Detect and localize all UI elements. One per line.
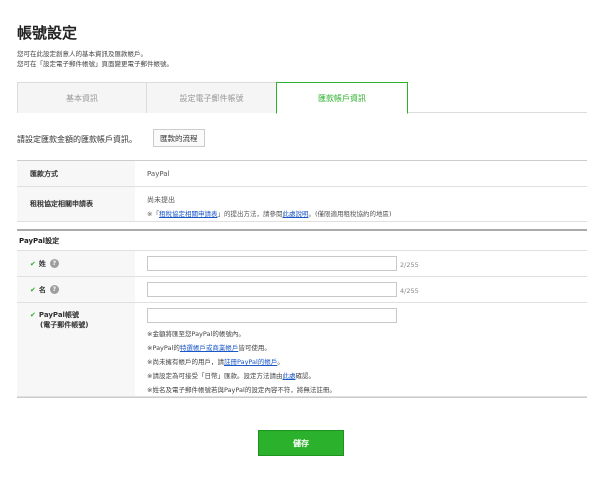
tab-bar: 基本資訊 設定電子郵件帳號 匯款帳戶資訊 xyxy=(17,82,587,114)
intro-text: 請設定匯款金額的匯款帳戶資訊。 xyxy=(17,135,137,144)
table-row-tax: 租稅協定相關申請表 尚未提出 ※「租稅協定相關申請表」的提出方法，請參閱此處說明… xyxy=(17,187,587,222)
jpy-setting-link[interactable]: 此處 xyxy=(282,372,295,380)
first-name-char-count: 4/255 xyxy=(400,287,419,295)
form-row-paypal-account: ✔ PayPal帳號 (電子郵件帳號) ※金額將匯至您PayPal的帳號內。 ※P… xyxy=(17,303,587,397)
table-row-method: 匯款方式 PayPal xyxy=(17,161,587,187)
note-text: 。 xyxy=(277,358,284,366)
check-icon: ✔ xyxy=(30,259,36,268)
tax-form-note: ※「租稅協定相關申請表」的提出方法，請參閱此處說明。(僅限適用租稅協約的地區) xyxy=(147,208,392,218)
last-name-input[interactable] xyxy=(147,256,397,271)
paypal-note-1: ※金額將匯至您PayPal的帳號內。 xyxy=(147,330,245,338)
form-row-first-name: ✔ 名 ? 4/255 xyxy=(17,277,587,303)
page-description-2: 您可在「設定電子郵件帳號」頁面變更電子郵件帳號。 xyxy=(17,60,173,68)
check-icon: ✔ xyxy=(30,285,36,294)
help-icon[interactable]: ? xyxy=(49,259,59,268)
first-name-input[interactable] xyxy=(147,282,397,297)
first-name-label-text: 名 xyxy=(38,285,46,294)
save-button[interactable]: 儲存 xyxy=(258,430,344,456)
tax-note-text: ※「 xyxy=(147,210,159,218)
last-name-label-text: 姓 xyxy=(38,259,46,268)
paypal-note-3: ※尚未擁有帳戶的用戶，請註冊PayPal的帳戶。 xyxy=(147,356,284,366)
tab-email-settings[interactable]: 設定電子郵件帳號 xyxy=(146,82,277,113)
paypal-note-4: ※請設定為可接受「日幣」匯款。設定方法請由此處確認。 xyxy=(147,370,315,380)
premier-business-account-link[interactable]: 特選帳戶或商業帳戶 xyxy=(180,344,239,352)
paypal-note-2: ※PayPal的特選帳戶或商業帳戶皆可使用。 xyxy=(147,342,271,352)
tax-form-status: 尚未提出 xyxy=(147,196,175,204)
paypal-account-input[interactable] xyxy=(147,308,397,323)
first-name-label: ✔ 名 ? xyxy=(17,277,135,302)
paypal-section-title: PayPal設定 xyxy=(17,229,587,251)
page-description-1: 您可在此設定創意人的基本資訊及匯款帳戶。 xyxy=(17,50,147,58)
paypal-note-5: ※姓名及電子郵件帳號若與PayPal的設定內容不符，將無法註冊。 xyxy=(147,386,336,394)
remittance-info-table: 匯款方式 PayPal 租稅協定相關申請表 尚未提出 ※「租稅協定相關申請表」的… xyxy=(17,160,587,222)
help-icon[interactable]: ? xyxy=(49,285,59,294)
page-title: 帳號設定 xyxy=(17,24,78,42)
form-row-last-name: ✔ 姓 ? 2/255 xyxy=(17,251,587,277)
paypal-account-label: ✔ PayPal帳號 (電子郵件帳號) xyxy=(17,303,135,396)
method-value: PayPal xyxy=(147,170,170,178)
note-text: ※請設定為可接受「日幣」匯款。設定方法請由 xyxy=(147,372,283,380)
note-text: ※PayPal的 xyxy=(147,344,180,352)
remittance-flow-button[interactable]: 匯款的流程 xyxy=(153,129,205,147)
tax-form-label: 租稅協定相關申請表 xyxy=(17,187,135,221)
note-text: 皆可使用。 xyxy=(238,344,271,352)
last-name-label: ✔ 姓 ? xyxy=(17,251,135,276)
tax-form-link[interactable]: 租稅協定相關申請表 xyxy=(159,210,218,218)
last-name-char-count: 2/255 xyxy=(400,261,419,269)
method-label: 匯款方式 xyxy=(17,161,135,186)
note-text: 確認。 xyxy=(295,372,315,380)
paypal-account-label-text: PayPal帳號 xyxy=(38,311,79,319)
note-text: ※尚未擁有帳戶的用戶，請 xyxy=(147,358,224,366)
register-paypal-link[interactable]: 註冊PayPal的帳戶 xyxy=(224,358,277,366)
tax-note-text: 。(僅限適用租稅協約的地區) xyxy=(308,210,392,218)
tab-remittance-account[interactable]: 匯款帳戶資訊 xyxy=(276,82,408,114)
form-divider xyxy=(17,397,587,398)
paypal-account-label-sub: (電子郵件帳號) xyxy=(40,321,89,329)
tax-explanation-link[interactable]: 此處說明 xyxy=(282,210,308,218)
tax-note-text: 」的提出方法，請參閱 xyxy=(217,210,283,218)
check-icon: ✔ xyxy=(30,311,36,319)
tab-basic-info[interactable]: 基本資訊 xyxy=(17,82,147,113)
